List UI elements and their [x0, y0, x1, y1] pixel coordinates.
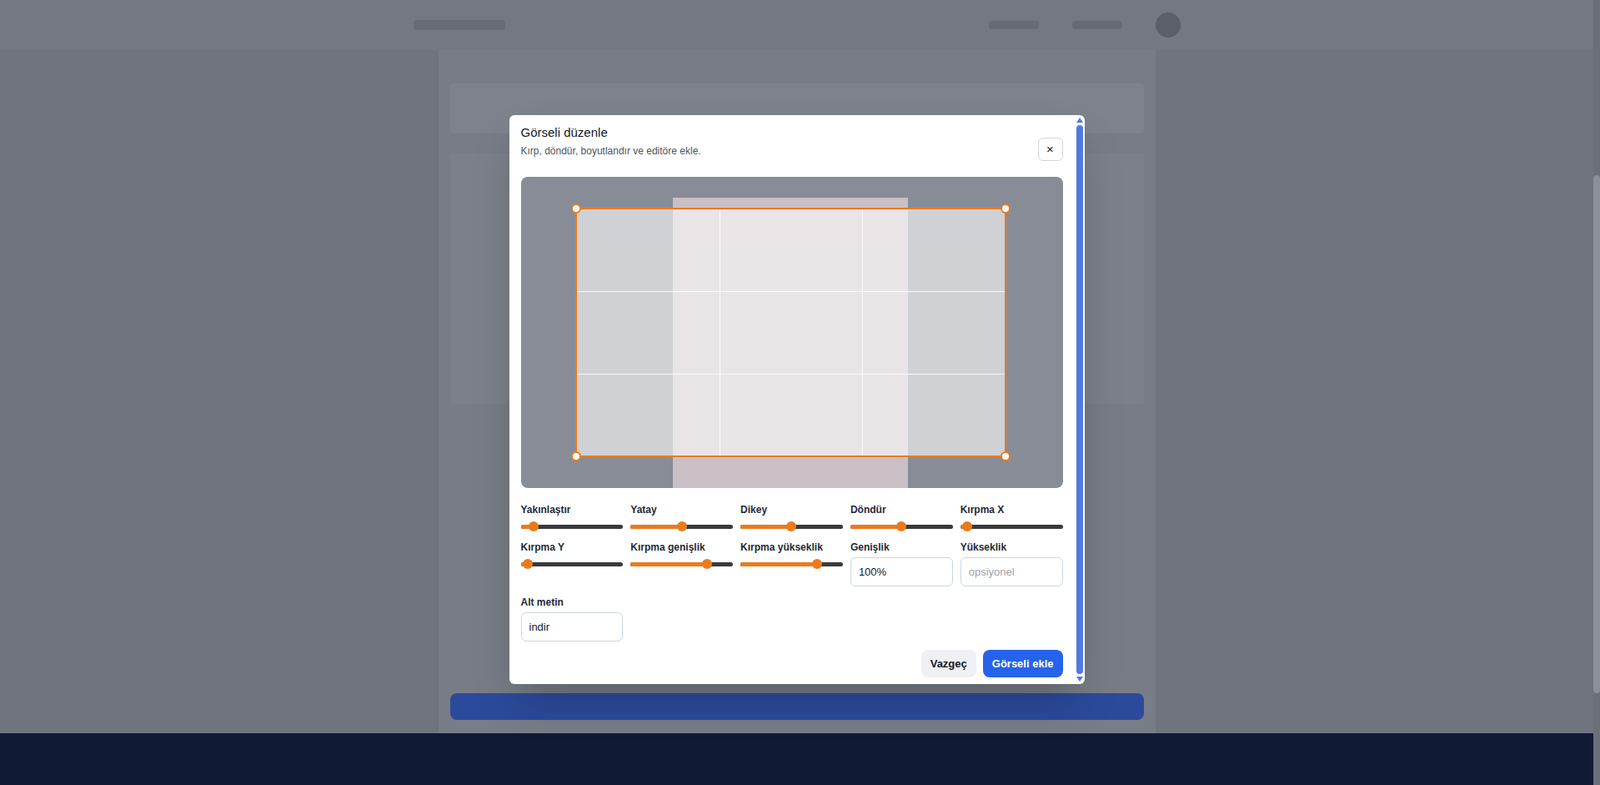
- slider-fill: [850, 524, 902, 529]
- dialog-subtitle: Kırp, döndür, boyutlandır ve editöre ekl…: [521, 145, 702, 158]
- field-group: Genişlik 100%: [850, 541, 953, 587]
- crop-handle[interactable]: [571, 203, 582, 214]
- slider-group: Kırpma yükseklik: [740, 541, 843, 569]
- slider-fill: [740, 561, 818, 567]
- text-input[interactable]: opsiyonel: [960, 556, 1064, 587]
- field-group: Yükseklik opsiyonel: [960, 541, 1064, 587]
- crop-handle[interactable]: [1000, 203, 1011, 214]
- primary-button[interactable]: Görseli ekle: [983, 649, 1064, 678]
- crop-box[interactable]: [575, 207, 1007, 457]
- scroll-down-icon[interactable]: [1075, 675, 1084, 683]
- slider-group: Kırpma X: [960, 503, 1064, 532]
- slider-label: Döndür: [850, 503, 953, 517]
- slider[interactable]: [630, 558, 733, 569]
- slider-group: Döndür: [850, 503, 953, 532]
- slider[interactable]: [850, 521, 953, 532]
- controls-grid: Yakınlaştır Yatay Dikey Döndür Kırpma X Kırpm…: [521, 503, 1064, 642]
- dialog-actions: VazgeçGörseli ekle: [521, 649, 1064, 678]
- top-bar: [0, 0, 1594, 51]
- field-label: Genişlik: [850, 541, 953, 554]
- slider-thumb[interactable]: [962, 521, 973, 532]
- slider-track: [740, 561, 843, 567]
- slider-fill: [630, 524, 682, 529]
- text-input[interactable]: indir: [521, 611, 624, 642]
- field-label: Yükseklik: [960, 541, 1064, 554]
- slider-fill: [740, 524, 792, 529]
- slider-thumb[interactable]: [896, 521, 907, 532]
- slider-group: Yakınlaştır: [521, 503, 624, 532]
- field-label: Alt metin: [521, 596, 624, 609]
- slider-thumb[interactable]: [528, 521, 539, 532]
- slider[interactable]: [740, 521, 843, 532]
- slider-fill: [630, 561, 708, 567]
- crop-handle[interactable]: [571, 451, 582, 462]
- slider[interactable]: [521, 521, 624, 532]
- field-group: Alt metin indir: [521, 596, 624, 642]
- slider-group: Kırpma genişlik: [630, 541, 733, 569]
- footer: [0, 732, 1594, 785]
- slider-group: Dikey: [740, 503, 843, 532]
- close-button[interactable]: ×: [1038, 137, 1064, 161]
- image-canvas[interactable]: [521, 176, 1064, 488]
- slider[interactable]: [740, 558, 843, 569]
- slider-track: [630, 561, 733, 567]
- slider[interactable]: [960, 521, 1064, 532]
- slider-thumb[interactable]: [812, 558, 823, 569]
- edit-image-dialog: Görseli düzenle Kırp, döndür, boyutlandır…: [509, 115, 1085, 684]
- slider-thumb[interactable]: [677, 521, 688, 532]
- slider-label: Kırpma yükseklik: [740, 541, 843, 554]
- slider-group: Yatay: [630, 503, 733, 532]
- slider-label: Dikey: [740, 503, 843, 517]
- modal-overlay: Görseli düzenle Kırp, döndür, boyutlandır…: [0, 0, 1600, 785]
- page-scrollbar[interactable]: [1593, 0, 1600, 785]
- scroll-up-icon[interactable]: [1075, 116, 1084, 124]
- slider-thumb[interactable]: [786, 521, 797, 532]
- secondary-button[interactable]: Vazgeç: [921, 649, 977, 678]
- scroll-thumb[interactable]: [1076, 125, 1084, 674]
- slider-label: Kırpma genişlik: [630, 541, 733, 554]
- slider-label: Kırpma Y: [521, 541, 624, 554]
- dialog-title: Görseli düzenle: [521, 125, 702, 141]
- page: Görseli düzenle Kırp, döndür, boyutlandır…: [0, 0, 1600, 785]
- text-input[interactable]: 100%: [850, 556, 953, 587]
- slider-track: [960, 524, 1064, 529]
- slider-thumb[interactable]: [522, 558, 533, 569]
- slider-label: Kırpma X: [960, 503, 1064, 517]
- slider[interactable]: [521, 558, 624, 569]
- slider-track: [521, 561, 624, 567]
- slider-thumb[interactable]: [702, 558, 713, 569]
- crop-handle[interactable]: [1000, 451, 1011, 462]
- slider-label: Yatay: [630, 503, 733, 517]
- dialog-scrollbar[interactable]: [1074, 115, 1085, 684]
- slider[interactable]: [630, 521, 733, 532]
- slider-label: Yakınlaştır: [521, 503, 624, 517]
- slider-group: Kırpma Y: [521, 541, 624, 569]
